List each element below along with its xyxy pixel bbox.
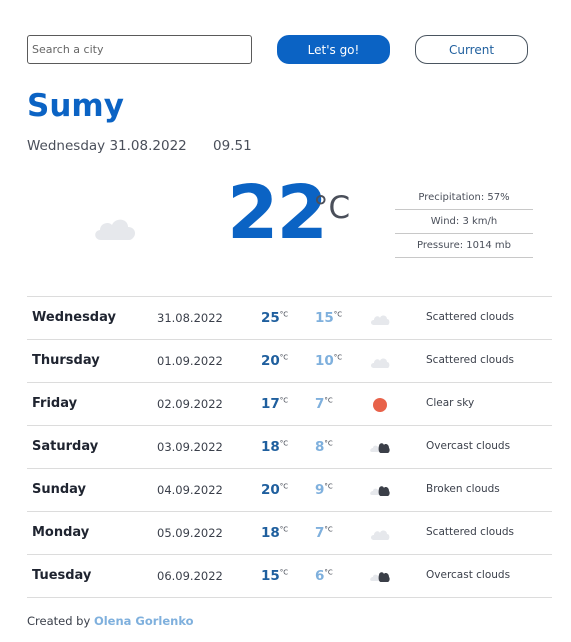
forecast-date: 05.09.2022 — [157, 526, 223, 540]
forecast-min-temp: 8°C — [315, 439, 333, 455]
forecast-day: Sunday — [32, 482, 87, 497]
forecast-max-temp: 20°C — [261, 482, 289, 498]
forecast-row: Saturday 03.09.2022 18°C 8°C Overcast cl… — [27, 426, 552, 469]
forecast-date: 31.08.2022 — [157, 311, 223, 325]
search-button[interactable]: Let's go! — [277, 35, 390, 64]
search-input[interactable] — [27, 35, 252, 64]
forecast-min-temp: 6°C — [315, 568, 333, 584]
forecast-description: Scattered clouds — [426, 354, 515, 366]
forecast-min-temp: 7°C — [315, 396, 333, 412]
overcast-cloud-icon — [370, 440, 390, 456]
search-bar: Let's go! Current — [27, 35, 528, 65]
city-name: Sumy — [27, 88, 124, 124]
current-temperature: 22 — [227, 170, 328, 256]
forecast-description: Overcast clouds — [426, 440, 511, 452]
forecast-day: Wednesday — [32, 310, 116, 325]
forecast-day: Monday — [32, 525, 90, 540]
forecast-description: Broken clouds — [426, 483, 500, 495]
forecast-day: Friday — [32, 396, 78, 411]
forecast-day: Tuesday — [32, 568, 92, 583]
forecast-row: Tuesday 06.09.2022 15°C 6°C Overcast clo… — [27, 555, 552, 598]
overcast-cloud-icon — [370, 569, 390, 585]
forecast-date: 01.09.2022 — [157, 354, 223, 368]
forecast-date: 04.09.2022 — [157, 483, 223, 497]
forecast-min-temp: 15°C — [315, 310, 343, 326]
cloud-icon — [92, 212, 138, 242]
forecast-max-temp: 15°C — [261, 568, 289, 584]
sun-icon — [370, 397, 390, 413]
cloud-icon — [370, 526, 390, 542]
forecast-date: 02.09.2022 — [157, 397, 223, 411]
current-time: 09.51 — [213, 138, 252, 154]
forecast-row: Sunday 04.09.2022 20°C 9°C Broken clouds — [27, 469, 552, 512]
pressure: Pressure: 1014 mb — [395, 234, 533, 258]
current-location-button[interactable]: Current — [415, 35, 528, 64]
forecast-date: 06.09.2022 — [157, 569, 223, 583]
current-date: Wednesday 31.08.2022 — [27, 138, 187, 154]
broken-cloud-icon — [370, 483, 390, 499]
forecast-max-temp: 25°C — [261, 310, 289, 326]
forecast-row: Monday 05.09.2022 18°C 7°C Scattered clo… — [27, 512, 552, 555]
forecast-row: Wednesday 31.08.2022 25°C 15°C Scattered… — [27, 297, 552, 340]
precipitation: Precipitation: 57% — [395, 186, 533, 210]
forecast-table: Wednesday 31.08.2022 25°C 15°C Scattered… — [27, 296, 552, 598]
forecast-min-temp: 9°C — [315, 482, 333, 498]
weather-details: Precipitation: 57% Wind: 3 km/h Pressure… — [395, 186, 533, 258]
forecast-max-temp: 17°C — [261, 396, 289, 412]
author-link[interactable]: Olena Gorlenko — [94, 614, 194, 628]
footer: Created by Olena Gorlenko — [27, 614, 194, 628]
cloud-icon — [370, 311, 390, 327]
current-temperature-unit: °C — [313, 190, 351, 226]
forecast-description: Clear sky — [426, 397, 475, 409]
forecast-min-temp: 7°C — [315, 525, 333, 541]
forecast-max-temp: 18°C — [261, 439, 289, 455]
wind: Wind: 3 km/h — [395, 210, 533, 234]
forecast-description: Overcast clouds — [426, 569, 511, 581]
forecast-day: Saturday — [32, 439, 99, 454]
date-time: Wednesday 31.08.2022 09.51 — [27, 138, 252, 154]
forecast-max-temp: 18°C — [261, 525, 289, 541]
footer-prefix: Created by — [27, 614, 91, 628]
forecast-row: Friday 02.09.2022 17°C 7°C Clear sky — [27, 383, 552, 426]
forecast-description: Scattered clouds — [426, 526, 515, 538]
forecast-day: Thursday — [32, 353, 100, 368]
forecast-description: Scattered clouds — [426, 311, 515, 323]
forecast-min-temp: 10°C — [315, 353, 343, 369]
cloud-icon — [370, 354, 390, 370]
forecast-date: 03.09.2022 — [157, 440, 223, 454]
forecast-row: Thursday 01.09.2022 20°C 10°C Scattered … — [27, 340, 552, 383]
forecast-max-temp: 20°C — [261, 353, 289, 369]
